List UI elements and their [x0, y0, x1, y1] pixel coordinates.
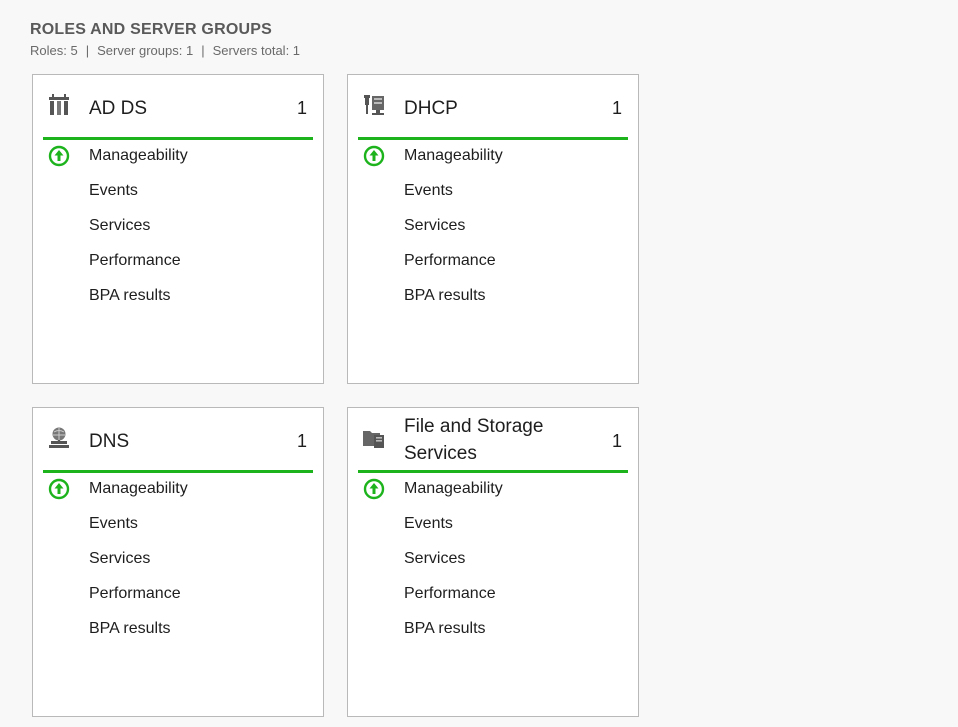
section-header: ROLES AND SERVER GROUPS Roles: 5 | Server … [30, 20, 300, 59]
server-groups-count: Server groups: 1 [97, 43, 194, 58]
status-ok-up-arrow-icon [363, 478, 385, 500]
row-label: Manageability [89, 147, 188, 164]
row-services[interactable]: Services [358, 545, 628, 580]
role-tile-dhcp[interactable]: DHCP 1 Manageability Events Services Per… [347, 74, 639, 384]
row-label: Manageability [89, 480, 188, 497]
role-tile-file-and-storage-services[interactable]: File and Storage Services 1 Manageabilit… [347, 407, 639, 717]
tile-rows: Manageability Events Services Performanc… [43, 475, 313, 650]
row-manageability[interactable]: Manageability [43, 142, 313, 177]
row-label: BPA results [89, 287, 171, 304]
file-storage-icon [363, 431, 384, 448]
status-ok-up-arrow-icon [363, 145, 385, 167]
roles-count: Roles: 5 [30, 43, 78, 58]
row-manageability[interactable]: Manageability [358, 142, 628, 177]
row-label: Services [89, 217, 151, 234]
row-label: Performance [404, 585, 496, 602]
tile-title-dns[interactable]: DNS [89, 428, 279, 455]
row-label: Performance [89, 585, 181, 602]
tile-count: 1 [611, 431, 622, 451]
row-manageability[interactable]: Manageability [358, 475, 628, 510]
row-label: Manageability [404, 147, 503, 164]
tile-rows: Manageability Events Services Performanc… [358, 142, 628, 317]
row-services[interactable]: Services [43, 545, 313, 580]
row-events[interactable]: Events [43, 510, 313, 545]
tile-count: 1 [296, 431, 307, 451]
row-label: Services [89, 550, 151, 567]
row-bpa-results[interactable]: BPA results [43, 282, 313, 317]
row-events[interactable]: Events [358, 510, 628, 545]
status-ok-up-arrow-icon [48, 145, 70, 167]
row-events[interactable]: Events [43, 177, 313, 212]
row-label: Manageability [404, 480, 503, 497]
row-performance[interactable]: Performance [43, 580, 313, 615]
row-services[interactable]: Services [358, 212, 628, 247]
row-bpa-results[interactable]: BPA results [358, 282, 628, 317]
row-label: BPA results [89, 620, 171, 637]
row-label: Performance [89, 252, 181, 269]
row-performance[interactable]: Performance [358, 247, 628, 282]
tile-count: 1 [296, 98, 307, 118]
tile-header: AD DS 1 [43, 75, 313, 140]
ad-ds-icon [49, 94, 69, 115]
row-label: Events [404, 515, 453, 532]
tile-title-ad-ds[interactable]: AD DS [89, 95, 279, 122]
tile-count: 1 [611, 98, 622, 118]
tile-rows: Manageability Events Services Performanc… [43, 142, 313, 317]
row-label: Events [404, 182, 453, 199]
dns-icon [49, 427, 69, 448]
section-title: ROLES AND SERVER GROUPS [30, 21, 272, 38]
row-performance[interactable]: Performance [43, 247, 313, 282]
row-manageability[interactable]: Manageability [43, 475, 313, 510]
servers-total-count: Servers total: 1 [212, 43, 301, 58]
row-performance[interactable]: Performance [358, 580, 628, 615]
role-tile-dns[interactable]: DNS 1 Manageability Events Services Perf… [32, 407, 324, 717]
section-summary: Roles: 5 | Server groups: 1 | Servers total:… [30, 43, 300, 59]
dhcp-icon [364, 95, 384, 115]
row-label: Performance [404, 252, 496, 269]
row-bpa-results[interactable]: BPA results [358, 615, 628, 650]
status-ok-up-arrow-icon [48, 478, 70, 500]
row-label: Services [404, 550, 466, 567]
row-services[interactable]: Services [43, 212, 313, 247]
role-tile-ad-ds[interactable]: AD DS 1 Manageability Events Services Pe… [32, 74, 324, 384]
tile-title-file-and-storage-services[interactable]: File and Storage Services [404, 413, 594, 467]
tile-header: DNS 1 [43, 408, 313, 473]
row-label: Events [89, 182, 138, 199]
tile-header: DHCP 1 [358, 75, 628, 140]
tile-title-dhcp[interactable]: DHCP [404, 95, 594, 122]
row-label: Events [89, 515, 138, 532]
summary-separator: | [85, 43, 90, 58]
row-bpa-results[interactable]: BPA results [43, 615, 313, 650]
summary-separator: | [201, 43, 205, 58]
row-label: BPA results [404, 620, 486, 637]
row-label: Services [404, 217, 466, 234]
tile-rows: Manageability Events Services Performanc… [358, 475, 628, 650]
tile-header: File and Storage Services 1 [358, 408, 628, 473]
row-label: BPA results [404, 287, 486, 304]
row-events[interactable]: Events [358, 177, 628, 212]
